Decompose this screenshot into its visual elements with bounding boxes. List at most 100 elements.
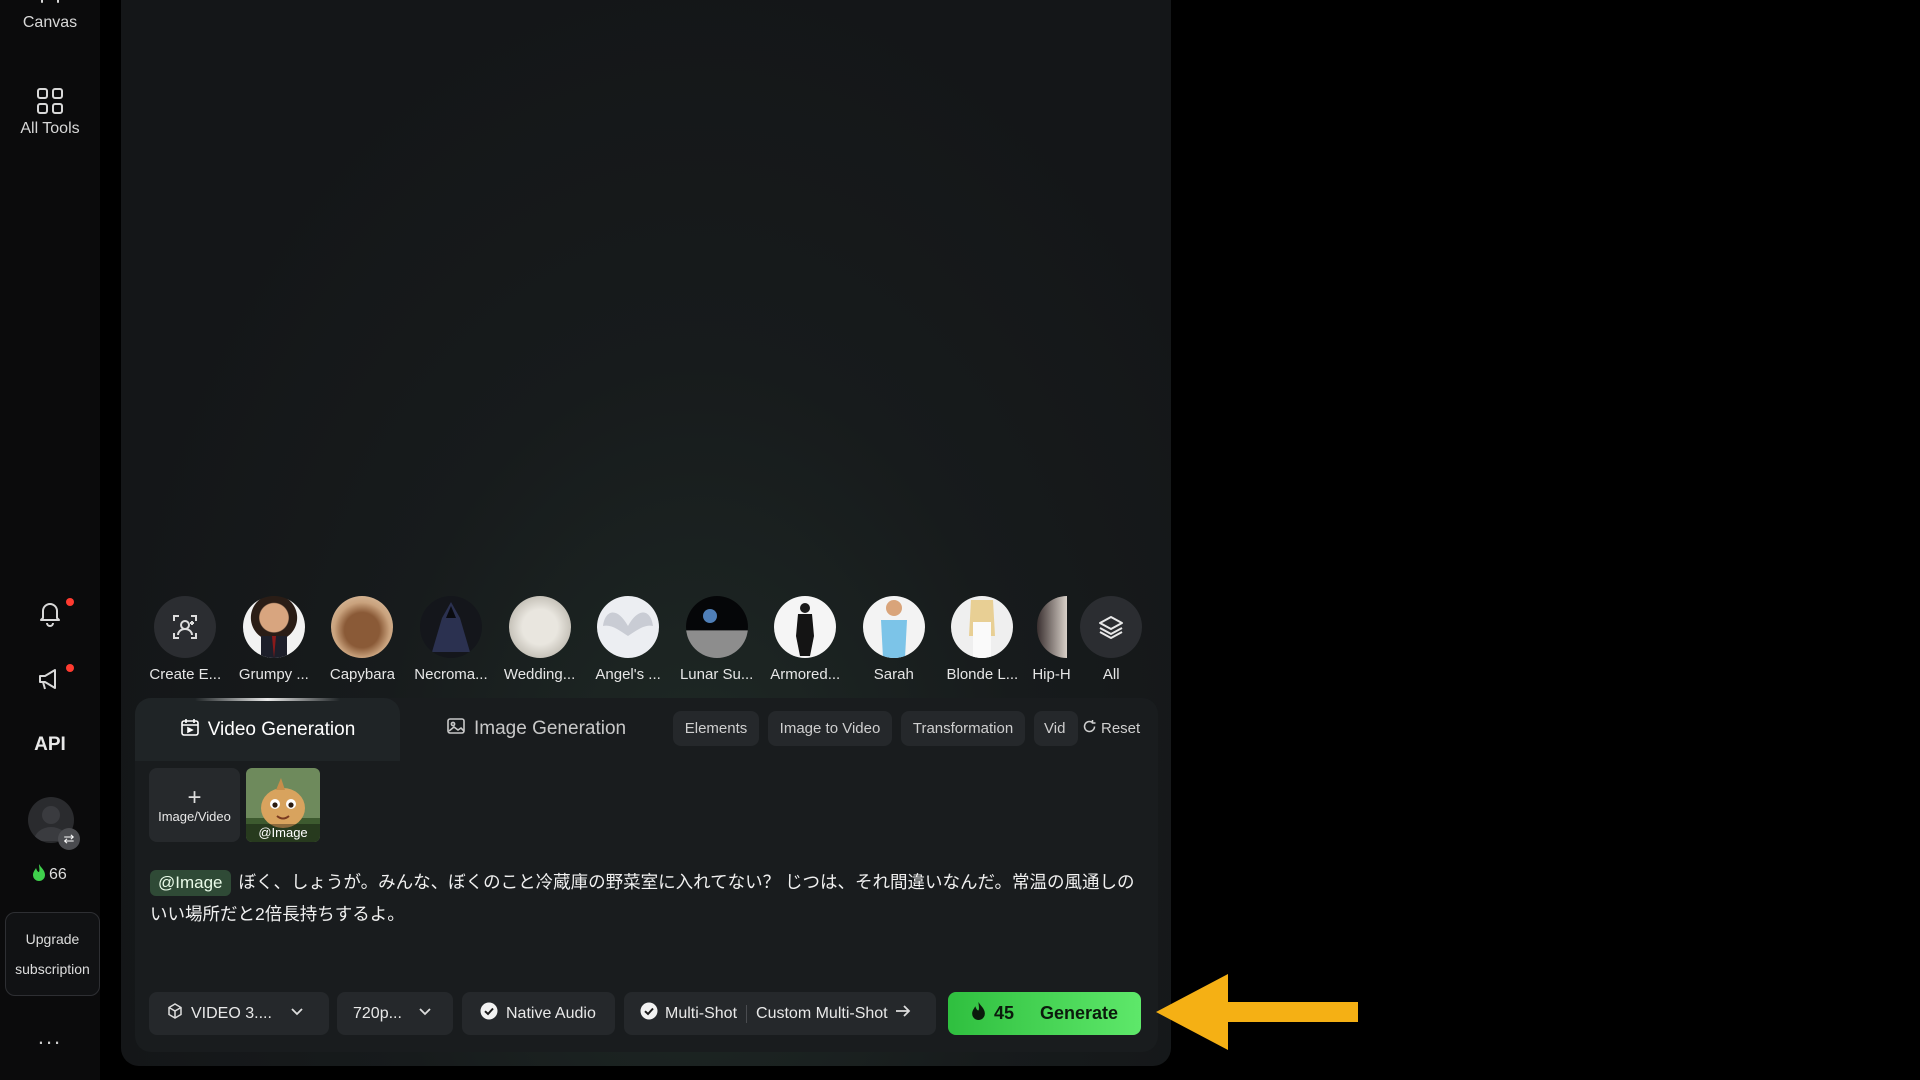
grid-icon: [35, 86, 65, 116]
preset-blonde[interactable]: Blonde L...: [938, 596, 1027, 686]
attachment-tag: @Image: [246, 824, 320, 842]
image-icon: [446, 716, 466, 742]
sidebar-item-canvas[interactable]: Canvas: [0, 0, 100, 32]
preset-necromancer[interactable]: Necroma...: [407, 596, 496, 686]
multi-shot-toggle[interactable]: Multi-Shot: [640, 1002, 737, 1025]
preset-sarah[interactable]: Sarah: [850, 596, 939, 686]
api-link[interactable]: API: [0, 734, 100, 756]
sidebar-item-all-tools[interactable]: All Tools: [0, 86, 100, 138]
preset-angels[interactable]: Angel's ...: [584, 596, 673, 686]
preset-label: Create E...: [149, 666, 222, 683]
multi-shot-group: Multi-Shot Custom Multi-Shot: [624, 992, 936, 1035]
preset-capybara[interactable]: Capybara: [318, 596, 407, 686]
preset-label: Sarah: [873, 666, 914, 683]
preset-all[interactable]: All: [1076, 596, 1146, 686]
multi-shot-label: Multi-Shot: [665, 1004, 738, 1022]
preset-hip-hop[interactable]: Hip-H: [1027, 596, 1077, 686]
preset-thumbnail: [597, 596, 660, 658]
create-element-icon: [154, 596, 217, 658]
preset-grumpy[interactable]: Grumpy ...: [230, 596, 319, 686]
layers-icon: [1080, 596, 1143, 658]
tab-image-generation[interactable]: Image Generation: [446, 712, 626, 746]
preset-label: Wedding...: [503, 666, 576, 683]
generate-label: Generate: [1039, 1003, 1119, 1023]
upload-label: Image/Video: [158, 808, 231, 824]
image-mention-chip[interactable]: @Image: [150, 870, 231, 896]
upload-image-video-button[interactable]: + Image/Video: [149, 768, 240, 842]
megaphone-icon: [35, 664, 65, 694]
preset-thumbnail: [419, 596, 482, 658]
preset-thumbnail: [508, 596, 571, 658]
check-circle-icon: [480, 1002, 498, 1025]
upgrade-subscription-button[interactable]: Upgrade subscription: [5, 912, 100, 996]
preset-thumbnail: [774, 596, 837, 658]
preset-create-element[interactable]: Create E...: [141, 596, 230, 686]
more-menu-button[interactable]: ...: [0, 1024, 100, 1050]
model-label: VIDEO 3....: [191, 1004, 272, 1022]
chip-elements[interactable]: Elements: [673, 711, 759, 746]
flame-icon: [971, 1002, 986, 1025]
preset-thumbnail: [685, 596, 748, 658]
sidebar-item-label: Canvas: [22, 14, 78, 31]
preset-label: All: [1102, 666, 1120, 683]
reset-label: Reset: [1101, 720, 1141, 737]
upgrade-line-1: Upgrade: [25, 931, 80, 947]
tab-label: Video Generation: [207, 718, 356, 740]
highlight-arrow-icon: [1156, 974, 1358, 1050]
preset-strip: Create E... Grumpy ... Capybara Necroma.…: [141, 596, 1146, 686]
notifications-button[interactable]: [0, 598, 100, 628]
custom-multi-shot-link[interactable]: Custom Multi-Shot: [756, 1004, 911, 1023]
arrow-right-icon: [895, 1004, 911, 1023]
hexagon-icon: [167, 1003, 183, 1024]
divider: [746, 1004, 748, 1023]
credit-count: 66: [49, 866, 67, 883]
attached-image-thumbnail[interactable]: @Image: [246, 768, 320, 842]
preset-thumbnail: [862, 596, 925, 658]
preset-label: Grumpy ...: [238, 666, 309, 683]
chip-transformation[interactable]: Transformation: [901, 711, 1025, 746]
native-audio-toggle[interactable]: Native Audio: [462, 992, 615, 1035]
chevron-down-icon: [418, 1004, 432, 1023]
app-root: Canvas All Tools API ⇄ 66 Upgrade subscr…: [0, 0, 1920, 1080]
upgrade-line-2: subscription: [15, 961, 90, 977]
resolution-label: 720p...: [353, 1004, 402, 1022]
preset-label: Angel's ...: [595, 666, 661, 683]
preset-lunar-surface[interactable]: Lunar Su...: [672, 596, 761, 686]
preset-label: Necroma...: [414, 666, 488, 683]
plus-icon: +: [187, 783, 202, 811]
preset-label: Blonde L...: [946, 666, 1019, 683]
preset-label: Armored...: [770, 666, 841, 683]
refresh-icon: [1082, 719, 1097, 738]
credit-balance: 66: [32, 864, 67, 886]
flame-icon: [32, 864, 46, 886]
preset-armored[interactable]: Armored...: [761, 596, 850, 686]
notification-dot: [66, 598, 74, 606]
prompt-text-area[interactable]: @Image ぼく、しょうが。みんな、ぼくのこと冷蔵庫の野菜室に入れてない？ じつ…: [150, 866, 1135, 930]
preset-label: Capybara: [329, 666, 395, 683]
chip-image-to-video[interactable]: Image to Video: [768, 711, 892, 746]
resolution-select[interactable]: 720p...: [337, 992, 453, 1035]
left-sidebar: Canvas All Tools API ⇄ 66 Upgrade subscr…: [0, 0, 100, 1080]
tab-label: Image Generation: [474, 718, 627, 739]
custom-multi-shot-label: Custom Multi-Shot: [756, 1004, 888, 1022]
reset-button[interactable]: Reset: [1078, 711, 1141, 746]
bell-icon: [35, 598, 65, 628]
preset-label: Hip-H: [1032, 666, 1071, 683]
preset-wedding[interactable]: Wedding...: [495, 596, 584, 686]
preset-thumbnail: [1036, 596, 1067, 658]
check-circle-icon: [640, 1002, 658, 1025]
native-audio-label: Native Audio: [506, 1004, 596, 1022]
generate-cost: 45: [993, 1003, 1014, 1023]
announcements-button[interactable]: [0, 664, 100, 694]
notification-dot: [66, 664, 74, 672]
chip-video-overflow[interactable]: Vid: [1034, 711, 1078, 746]
preset-thumbnail: [242, 596, 305, 658]
generate-button[interactable]: 45 Generate: [948, 992, 1141, 1035]
model-select[interactable]: VIDEO 3....: [149, 992, 329, 1035]
tab-video-generation[interactable]: Video Generation: [135, 698, 400, 761]
canvas-icon: [35, 0, 65, 10]
prompt-text: ぼく、しょうが。みんな、ぼくのこと冷蔵庫の野菜室に入れてない？ じつは、それ間違…: [150, 872, 1135, 924]
switch-account-icon[interactable]: ⇄: [58, 828, 80, 850]
video-calendar-icon: [180, 717, 200, 743]
preset-thumbnail: [331, 596, 394, 658]
